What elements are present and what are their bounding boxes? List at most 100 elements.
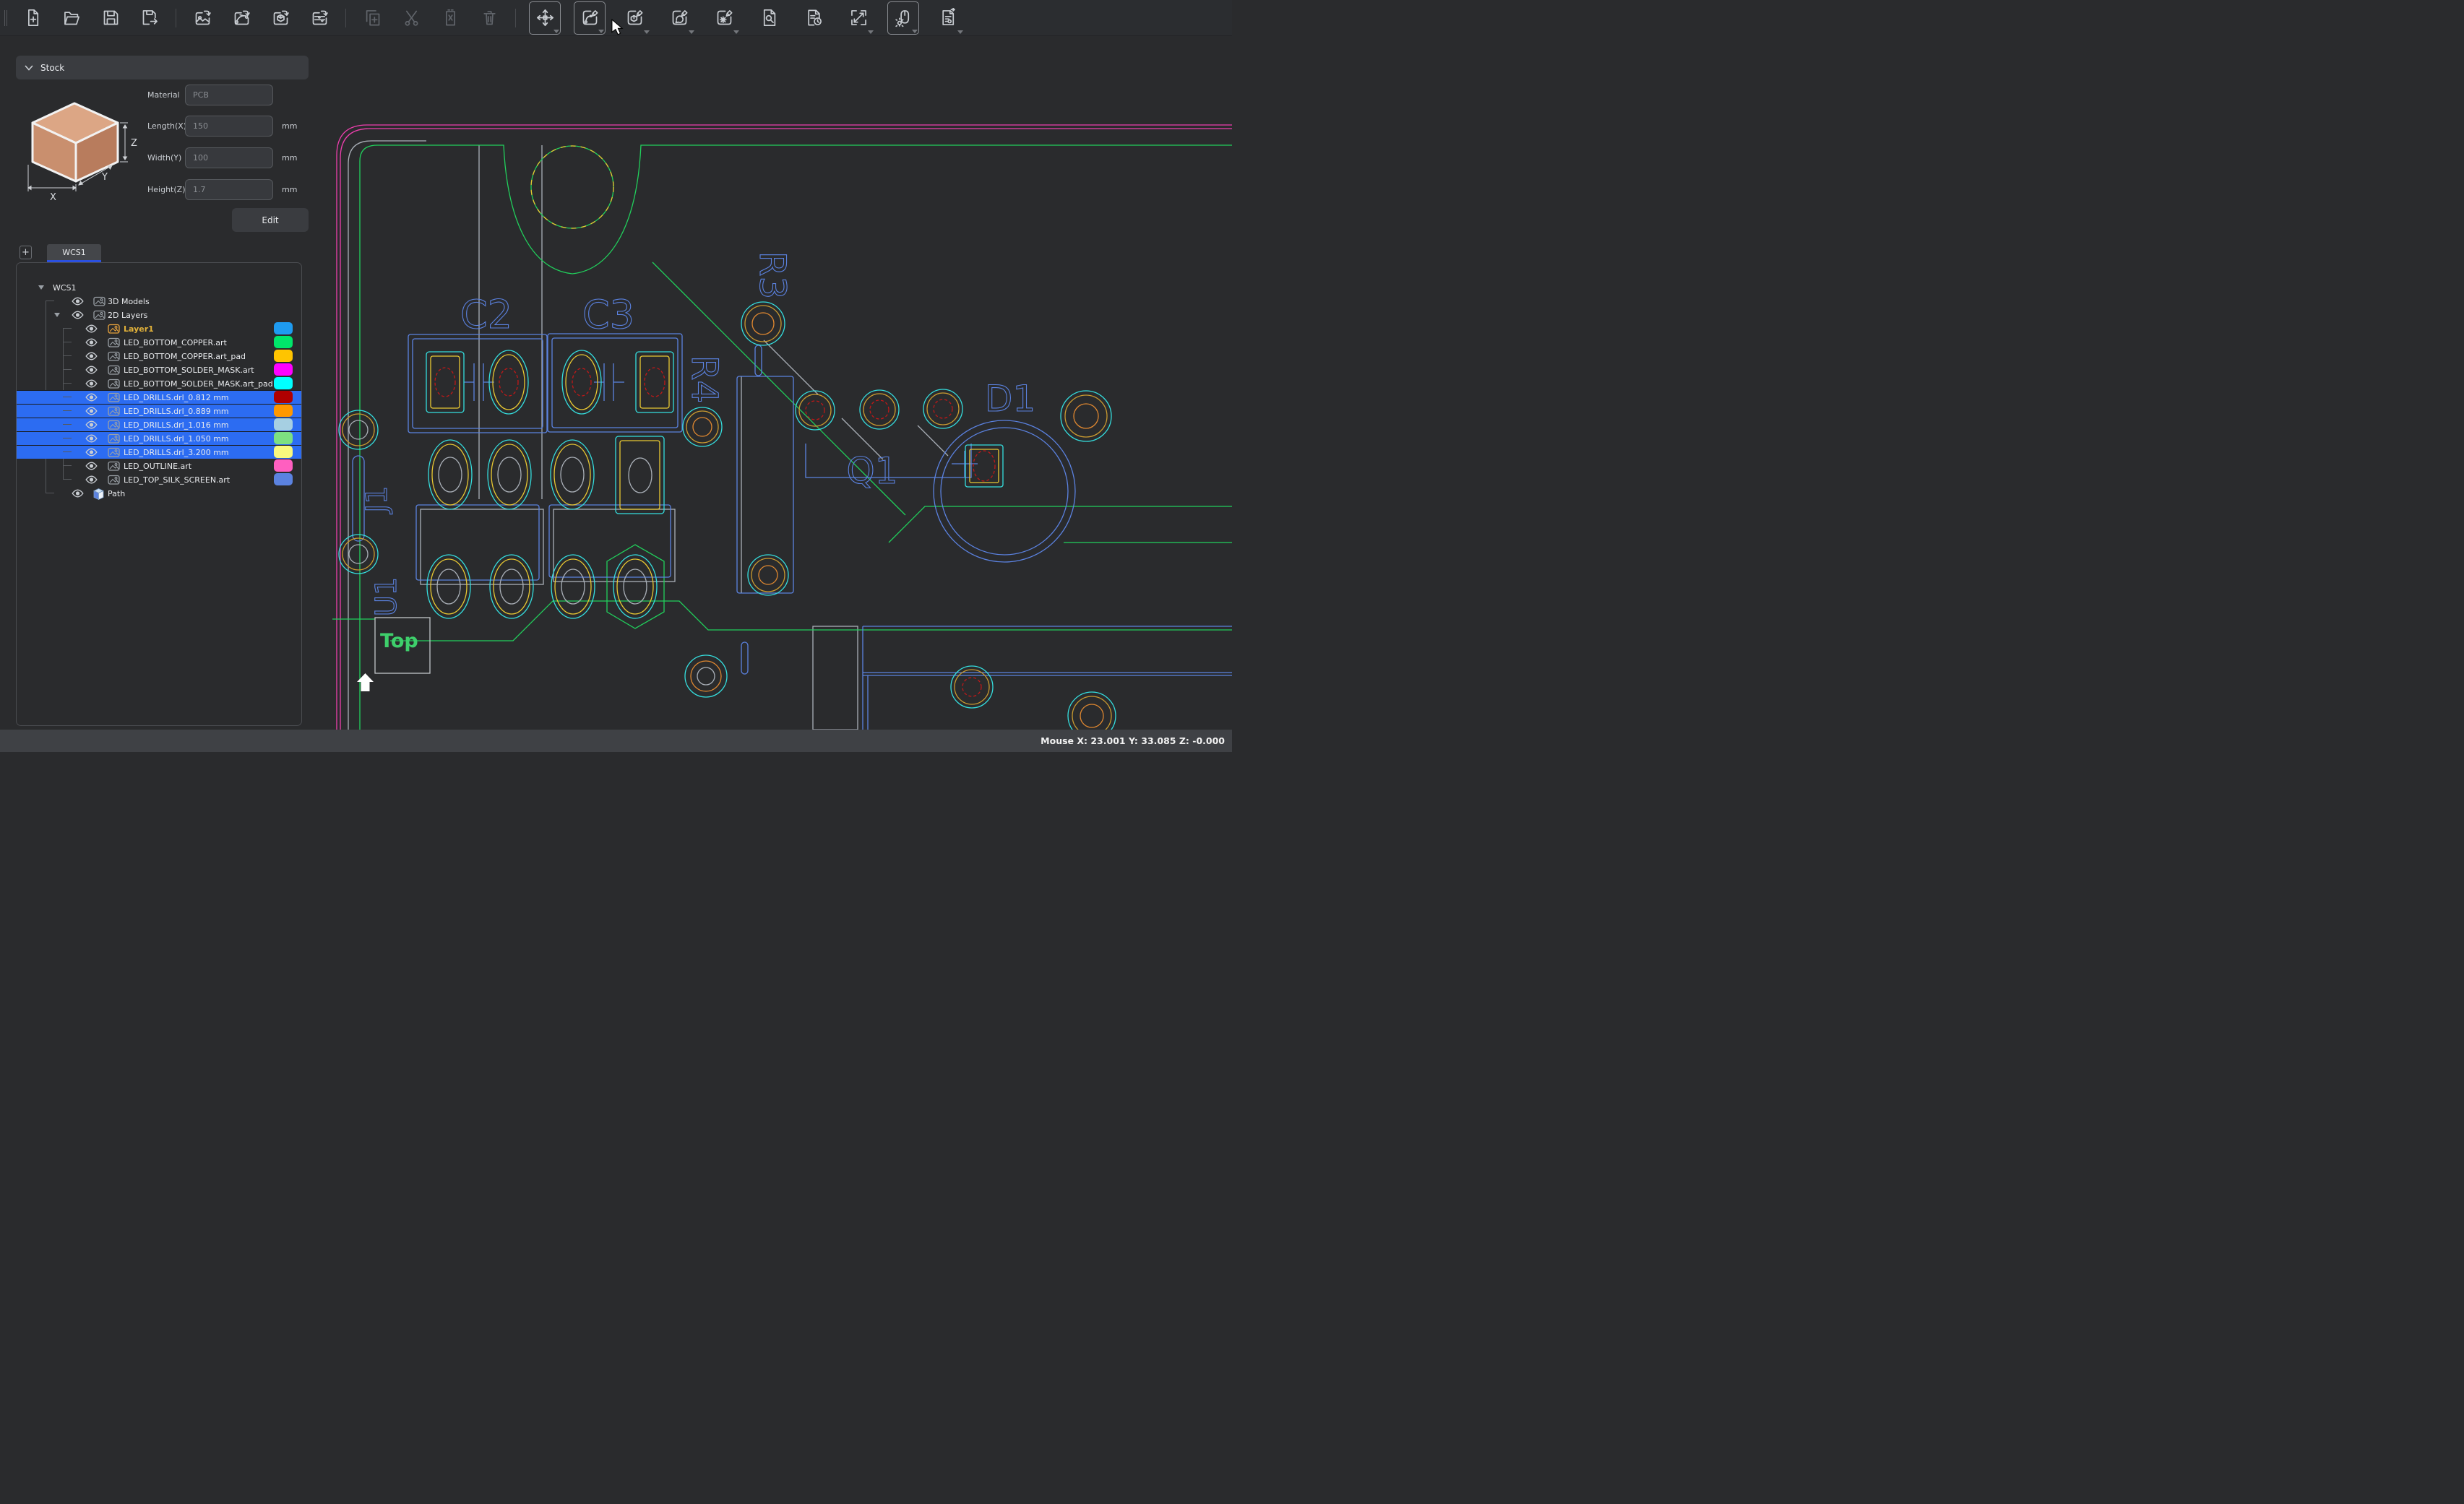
- paste-button: [434, 1, 466, 35]
- import-image-button[interactable]: [186, 1, 218, 35]
- visibility-eye-icon[interactable]: [85, 366, 98, 374]
- tree-row-led-drills-drl-1-050-mm[interactable]: LED_DRILLS.drl_1.050 mm: [17, 431, 301, 445]
- ref-label-u1: U1: [370, 577, 403, 617]
- dropdown-arrow-icon[interactable]: [868, 30, 874, 34]
- material-field[interactable]: [185, 85, 273, 105]
- board-outline-layer[interactable]: [337, 125, 1232, 730]
- tab-wcs1[interactable]: WCS1: [47, 244, 101, 260]
- copper-pour-layer[interactable]: [332, 145, 1232, 730]
- tree-row-led-bottom-solder-mask-art[interactable]: LED_BOTTOM_SOLDER_MASK.art: [17, 363, 301, 376]
- edit-vector-button[interactable]: [574, 1, 606, 35]
- tree-row-led-outline-art[interactable]: LED_OUTLINE.art: [17, 459, 301, 472]
- dropdown-arrow-icon[interactable]: [598, 30, 604, 33]
- mouse-settings-button[interactable]: [887, 1, 919, 35]
- import-model-button[interactable]: [264, 1, 296, 35]
- tree-row-path[interactable]: Path: [17, 486, 301, 500]
- move-tool-button[interactable]: [529, 1, 561, 35]
- pcb-viewport[interactable]: C2C3R3R4D1Q1J1U1 Top: [332, 37, 1232, 730]
- mounting-hole[interactable]: [531, 146, 613, 228]
- layer-color-swatch[interactable]: [274, 473, 293, 485]
- tree-row-2d-layers[interactable]: 2D Layers: [17, 308, 301, 321]
- visibility-eye-icon[interactable]: [85, 462, 98, 470]
- gcode-list-button[interactable]: [798, 1, 830, 35]
- layer-image-icon: [108, 447, 120, 457]
- layer-color-swatch[interactable]: [274, 377, 293, 389]
- visibility-eye-icon[interactable]: [85, 379, 98, 388]
- dropdown-arrow-icon[interactable]: [553, 30, 559, 33]
- layer-color-swatch[interactable]: [274, 432, 293, 444]
- tree-row-led-drills-drl-1-016-mm[interactable]: LED_DRILLS.drl_1.016 mm: [17, 418, 301, 431]
- expander-arrow-icon[interactable]: [54, 313, 60, 317]
- edit-stock-button[interactable]: Edit: [232, 208, 309, 232]
- expander-arrow-icon[interactable]: [38, 285, 44, 290]
- layer-image-icon: [108, 420, 120, 430]
- visibility-eye-icon[interactable]: [72, 311, 84, 319]
- visibility-eye-icon[interactable]: [85, 407, 98, 415]
- new-file-icon: [23, 8, 43, 27]
- visibility-eye-icon[interactable]: [85, 434, 98, 443]
- new-file-button[interactable]: [17, 1, 48, 35]
- output-doc-button[interactable]: [932, 1, 964, 35]
- save-file-button[interactable]: [95, 1, 126, 35]
- visibility-eye-icon[interactable]: [85, 393, 98, 402]
- layer-label: LED_BOTTOM_SOLDER_MASK.art_pad: [124, 379, 273, 389]
- silkscreen-layer[interactable]: [353, 334, 1232, 730]
- tree-row-led-top-silk-screen-art[interactable]: LED_TOP_SILK_SCREEN.art: [17, 472, 301, 486]
- length-field[interactable]: [185, 116, 273, 137]
- pad: [1068, 692, 1116, 730]
- bottom-copper-layer[interactable]: [348, 141, 948, 730]
- tree-row-3d-models[interactable]: 3D Models: [17, 294, 301, 308]
- height-field[interactable]: [185, 179, 273, 200]
- width-field[interactable]: [185, 147, 273, 168]
- tree-row-led-bottom-copper-art[interactable]: LED_BOTTOM_COPPER.art: [17, 335, 301, 349]
- layer-color-swatch[interactable]: [274, 405, 293, 417]
- visibility-eye-icon[interactable]: [85, 338, 98, 347]
- toolbar-drag-handle[interactable]: [4, 10, 7, 26]
- layer-label: WCS1: [53, 283, 77, 293]
- tree-row-led-drills-drl-0-889-mm[interactable]: LED_DRILLS.drl_0.889 mm: [17, 404, 301, 418]
- visibility-eye-icon[interactable]: [85, 352, 98, 360]
- tree-row-led-drills-drl-0-812-mm[interactable]: LED_DRILLS.drl_0.812 mm: [17, 390, 301, 404]
- edit-spark-button[interactable]: [708, 1, 740, 35]
- visibility-eye-icon[interactable]: [85, 448, 98, 457]
- layer-label: LED_BOTTOM_COPPER.art_pad: [124, 352, 246, 361]
- edit-rotate-button[interactable]: [663, 1, 695, 35]
- layer-color-swatch[interactable]: [274, 336, 293, 348]
- tree-row-led-drills-drl-3-200-mm[interactable]: LED_DRILLS.drl_3.200 mm: [17, 445, 301, 459]
- dropdown-arrow-icon[interactable]: [689, 30, 694, 34]
- dropdown-arrow-icon[interactable]: [733, 30, 739, 34]
- dropdown-arrow-icon[interactable]: [644, 30, 650, 34]
- save-as-button[interactable]: [134, 1, 165, 35]
- layer-color-swatch[interactable]: [274, 418, 293, 431]
- layer-color-swatch[interactable]: [274, 322, 293, 334]
- dropdown-arrow-icon[interactable]: [912, 30, 918, 33]
- visibility-eye-icon[interactable]: [85, 324, 98, 333]
- import-image-icon: [193, 8, 212, 27]
- visibility-eye-icon[interactable]: [72, 489, 84, 498]
- tree-row-led-bottom-copper-art-pad[interactable]: LED_BOTTOM_COPPER.art_pad: [17, 349, 301, 363]
- import-curve-button[interactable]: [225, 1, 257, 35]
- add-workspace-button[interactable]: +: [20, 246, 32, 259]
- layer-color-swatch[interactable]: [274, 446, 293, 458]
- tree-row-layer1[interactable]: Layer1: [17, 321, 301, 335]
- layer-label: 2D Layers: [108, 311, 147, 320]
- tree-row-led-bottom-solder-mask-art-pad[interactable]: LED_BOTTOM_SOLDER_MASK.art_pad: [17, 376, 301, 390]
- open-file-button[interactable]: [56, 1, 87, 35]
- tree-row-wcs1[interactable]: WCS1: [17, 280, 301, 294]
- visibility-eye-icon[interactable]: [72, 297, 84, 306]
- preview-search-button[interactable]: [753, 1, 785, 35]
- import-toolpath-button[interactable]: [303, 1, 335, 35]
- visibility-eye-icon[interactable]: [85, 420, 98, 429]
- layer-color-swatch[interactable]: [274, 350, 293, 362]
- dropdown-arrow-icon[interactable]: [957, 30, 963, 34]
- tree-stub: [63, 369, 72, 370]
- layer-color-swatch[interactable]: [274, 391, 293, 403]
- pads-layer[interactable]: [339, 302, 1116, 730]
- layer-color-swatch[interactable]: [274, 459, 293, 472]
- visibility-eye-icon[interactable]: [85, 475, 98, 484]
- top-side-marker[interactable]: Top: [357, 618, 430, 691]
- fit-view-button[interactable]: [843, 1, 874, 35]
- stock-section-header[interactable]: Stock: [16, 56, 309, 79]
- layer-color-swatch[interactable]: [274, 363, 293, 376]
- pad: [488, 440, 531, 509]
